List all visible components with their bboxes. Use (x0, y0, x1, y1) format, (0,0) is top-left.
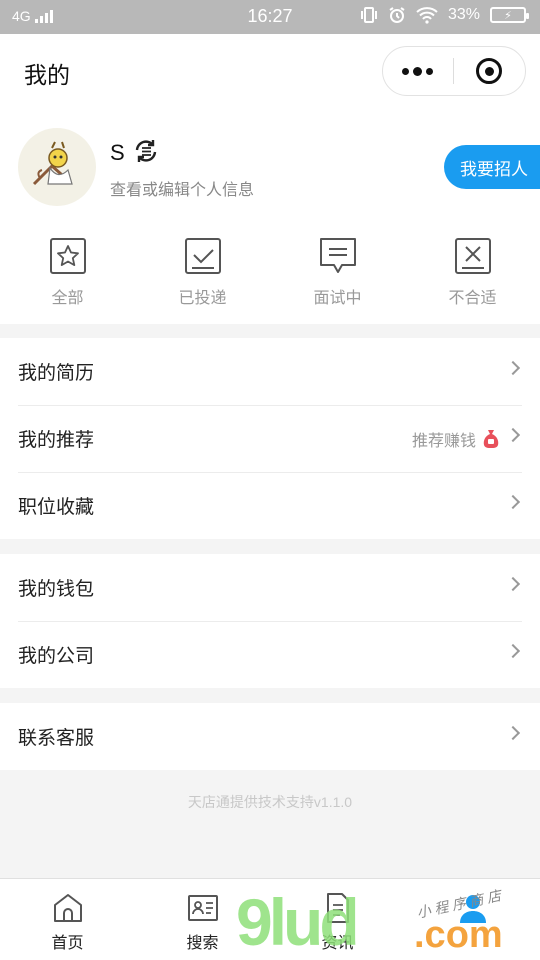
menu-item-favorites[interactable]: 职位收藏 (0, 472, 540, 539)
switch-role-icon[interactable] (132, 137, 160, 165)
stat-label: 面试中 (313, 290, 362, 307)
chevron-right-icon (505, 427, 521, 443)
battery-percent: 33% (447, 6, 480, 23)
status-bar: 4G 16:27 33% ⚡ (0, 0, 540, 34)
user-name[interactable]: S (110, 140, 125, 166)
tab-home[interactable]: 首页 (0, 879, 135, 960)
tab-label: 搜索 (186, 935, 219, 952)
mini-program-capsule (382, 46, 526, 96)
stat-all[interactable]: 全部 (0, 236, 135, 312)
menu-item-support[interactable]: 联系客服 (0, 703, 540, 770)
home-icon (53, 894, 82, 922)
x-box-icon (454, 238, 491, 274)
tab-search[interactable]: 搜索 (135, 879, 270, 960)
menu-item-company[interactable]: 我的公司 (0, 621, 540, 688)
recruit-button[interactable]: 我要招人 (444, 145, 540, 189)
chevron-right-icon (505, 576, 521, 592)
application-stats: 全部 已投递 面试中 不合适 (0, 236, 540, 312)
page-title: 我的 (24, 62, 70, 88)
close-button[interactable] (454, 47, 526, 95)
chat-box-icon (319, 238, 356, 273)
menu-item-label: 我的推荐 (18, 430, 95, 451)
profile-card: S 查看或编辑个人信息 我要招人 全部 已投递 面试中 不合适 (0, 110, 540, 324)
chevron-right-icon (505, 725, 521, 741)
alarm-icon (389, 7, 405, 23)
menu-item-recommend[interactable]: 我的推荐 推荐赚钱 (0, 405, 540, 472)
stat-applied[interactable]: 已投递 (135, 236, 270, 312)
menu-item-label: 我的公司 (18, 646, 95, 667)
menu-item-resume[interactable]: 我的简历 (0, 338, 540, 405)
stat-rejected[interactable]: 不合适 (405, 236, 540, 312)
tab-label: 首页 (51, 935, 84, 952)
nav-bar: 我的 (0, 34, 540, 110)
avatar[interactable] (18, 128, 96, 206)
recommend-earn-text: 推荐赚钱 (411, 433, 476, 450)
stat-label: 全部 (51, 290, 84, 307)
star-box-icon (49, 238, 86, 274)
tab-profile[interactable] (405, 879, 540, 960)
menu-item-label: 我的简历 (18, 363, 95, 384)
tech-support-note: 天店通提供技术支持v1.1.0 (187, 794, 353, 810)
more-button[interactable] (383, 47, 453, 95)
chevron-right-icon (505, 494, 521, 510)
status-icons: 33% ⚡ (360, 6, 529, 24)
menu-item-label: 我的钱包 (18, 579, 95, 600)
chevron-right-icon (505, 360, 521, 376)
stat-interviewing[interactable]: 面试中 (270, 236, 405, 312)
person-icon (459, 895, 486, 923)
menu-item-label: 职位收藏 (18, 497, 95, 518)
menu-section-jobs: 我的简历 我的推荐 推荐赚钱 职位收藏 (0, 338, 540, 539)
chevron-right-icon (505, 643, 521, 659)
wifi-icon (416, 7, 438, 24)
document-icon (326, 893, 349, 923)
check-box-icon (184, 238, 221, 274)
recommend-earn-hint: 推荐赚钱 (412, 427, 500, 451)
tab-news[interactable]: 资讯 (270, 879, 405, 960)
cartoon-avatar-icon (32, 141, 73, 186)
tab-label: 资讯 (321, 935, 354, 952)
edit-profile-link[interactable]: 查看或编辑个人信息 (110, 176, 254, 200)
search-card-icon (187, 895, 218, 921)
battery-icon: ⚡ (490, 7, 529, 23)
stat-label: 不合适 (448, 290, 497, 307)
target-icon (476, 58, 503, 84)
money-bag-icon (483, 430, 499, 448)
menu-section-finance: 我的钱包 我的公司 (0, 554, 540, 688)
stat-label: 已投递 (178, 290, 227, 307)
menu-item-label: 联系客服 (18, 728, 95, 749)
tab-bar: 首页 搜索 资讯 (0, 878, 540, 960)
menu-section-support: 联系客服 (0, 703, 540, 770)
vibrate-icon (360, 7, 377, 23)
menu-item-wallet[interactable]: 我的钱包 (0, 554, 540, 621)
